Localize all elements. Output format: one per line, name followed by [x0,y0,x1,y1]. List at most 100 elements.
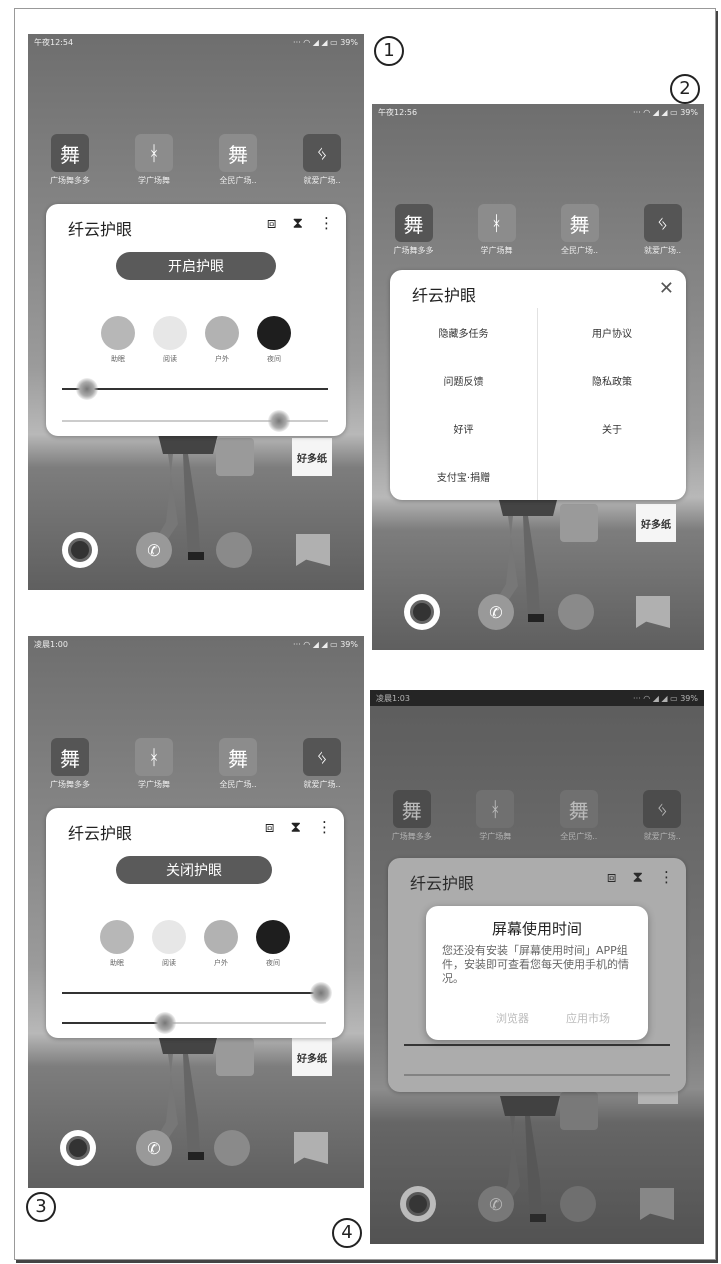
dance-app-icon: 舞 [219,134,257,172]
mode-dot [153,316,187,350]
app-icon-2[interactable]: ᚼ 学广场舞 [124,738,184,790]
app-icon-2[interactable]: ᚼ 学广场舞 [467,204,527,256]
panel-number-3: 3 [26,1192,56,1222]
app-icon-4[interactable]: ᛃ 就爱广场.. [292,134,352,186]
app-icon-3[interactable]: 舞全民广场.. [550,204,610,256]
mode-night[interactable]: 夜间 [256,920,290,968]
dancer-icon: ᛃ [643,204,682,242]
mode-night[interactable]: 夜间 [257,316,291,364]
paper-app[interactable]: 好多纸 [292,438,332,476]
compass-icon[interactable] [216,532,252,568]
status-icons: ··· ◠ ◢ ◢ ▭ 39% [633,107,698,117]
menu-grid: 隐藏多任务 用户协议 问题反馈 隐私政策 好评 关于 支付宝·捐赠 [390,308,686,500]
menu-item-empty [538,452,686,500]
app-icon-4[interactable]: ᛃ 就爱广场.. [633,204,693,256]
dancer-icon: ᚼ [477,204,516,242]
app-row: 舞广场舞多多 ᚼ 学广场舞 舞全民广场.. ᛃ 就爱广场.. [28,134,364,186]
app-row: 舞广场舞多多 ᚼ 学广场舞 舞全民广场.. ᛃ 就爱广场.. [372,204,704,256]
menu-item-feedback[interactable]: 问题反馈 [390,356,538,404]
app-icon-3[interactable]: 舞全民广场.. [208,134,268,186]
close-icon[interactable]: ✕ [659,278,674,299]
menu-item-user-agreement[interactable]: 用户协议 [538,308,686,356]
camera-icon[interactable] [60,1130,96,1166]
mode-reading[interactable]: 阅读 [152,920,186,968]
dance-app-icon: 舞 [51,738,89,776]
dancer-icon: ᛃ [303,738,341,776]
status-icons: ··· ◠ ◢ ◢ ▭ 39% [293,639,358,649]
screen-time-dialog: 屏幕使用时间 您还没有安装「屏幕使用时间」APP组件，安装即可查看您每天使用手机… [426,906,648,1040]
screen-4: 凌晨1:03 ··· ◠ ◢ ◢ ▭ 39% 舞广场舞多多 ᚼ 学广场舞 舞全民广… [370,690,704,1244]
app-market-button[interactable]: 应用市场 [566,1010,610,1026]
dialog-message: 您还没有安装「屏幕使用时间」APP组件，安装即可查看您每天使用手机的情况。 [442,944,629,985]
compass-icon[interactable] [214,1130,250,1166]
tint-slider-knob[interactable] [268,410,290,432]
mode-outdoor[interactable]: 户外 [205,316,239,364]
more-vert-icon[interactable]: ⋮ [317,818,332,836]
app-icon-1[interactable]: 舞广场舞多多 [384,204,444,256]
app-icon-4[interactable]: ᛃ 就爱广场.. [292,738,352,790]
panel-number-2: 2 [670,74,700,104]
tint-slider-knob[interactable] [154,1012,176,1034]
phone-icon[interactable]: ✆ [478,594,514,630]
menu-item-privacy-policy[interactable]: 隐私政策 [538,356,686,404]
camera-icon[interactable] [62,532,98,568]
dancer-icon: ᚼ [135,738,173,776]
screen-3: 凌晨1:00 ··· ◠ ◢ ◢ ▭ 39% 舞广场舞多多 ᚼ 学广场舞 舞全民广… [28,636,364,1188]
menu-item-rate[interactable]: 好评 [390,404,538,452]
panel-number-1: 1 [374,36,404,66]
screen-2: 午夜12:56 ··· ◠ ◢ ◢ ▭ 39% 舞广场舞多多 ᚼ 学广场舞 舞全民… [372,104,704,650]
menu-item-donate[interactable]: 支付宝·捐赠 [390,452,538,500]
widget-icon[interactable] [216,438,254,476]
toolbox-icon[interactable]: ⧈ [267,214,277,232]
toggle-eye-care-button[interactable]: 开启护眼 [116,252,276,280]
paper-app[interactable]: 好多纸 [292,1038,332,1076]
clock: 凌晨1:00 [34,639,68,649]
mode-dot [101,316,135,350]
phone-icon[interactable]: ✆ [136,532,172,568]
message-icon[interactable] [636,596,670,628]
card-title: 纤云护眼 [68,220,133,239]
toolbox-icon[interactable]: ⧈ [265,818,275,836]
app-icon-2[interactable]: ᚼ 学广场舞 [124,134,184,186]
mode-outdoor[interactable]: 户外 [204,920,238,968]
phone-icon[interactable]: ✆ [136,1130,172,1166]
menu-item-hide-multitask[interactable]: 隐藏多任务 [390,308,538,356]
mode-sleep[interactable]: 助眠 [101,316,135,364]
hourglass-icon[interactable]: ⧗ [290,818,301,836]
card-title: 纤云护眼 [412,286,477,305]
dancer-icon: ᚼ [135,134,173,172]
tint-slider[interactable] [62,1022,326,1024]
browser-button[interactable]: 浏览器 [496,1010,529,1026]
brightness-slider-knob[interactable] [310,982,332,1004]
compass-icon[interactable] [558,594,594,630]
eye-care-card: 纤云护眼 ⧈ ⧗ ⋮ 开启护眼 助眠 阅读 户外 夜间 [46,204,346,436]
brightness-slider-knob[interactable] [76,378,98,400]
mode-dot [256,920,290,954]
widget-icon[interactable] [560,504,598,542]
hourglass-icon[interactable]: ⧗ [292,214,303,232]
brightness-slider[interactable] [62,388,328,390]
mode-dot [100,920,134,954]
message-icon[interactable] [296,534,330,566]
menu-item-about[interactable]: 关于 [538,404,686,452]
app-icon-1[interactable]: 舞广场舞多多 [40,738,100,790]
brightness-slider[interactable] [62,992,326,994]
app-row: 舞广场舞多多 ᚼ 学广场舞 舞全民广场.. ᛃ 就爱广场.. [28,738,364,790]
app-icon-3[interactable]: 舞全民广场.. [208,738,268,790]
more-vert-icon[interactable]: ⋮ [319,214,334,232]
dialog-title: 屏幕使用时间 [491,920,582,938]
toggle-eye-care-button[interactable]: 关闭护眼 [116,856,272,884]
eye-care-card: 纤云护眼 ⧈ ⧗ ⋮ 关闭护眼 助眠 阅读 户外 夜间 [46,808,344,1038]
mode-dot [204,920,238,954]
app-icon-1[interactable]: 舞广场舞多多 [40,134,100,186]
clock: 午夜12:54 [34,37,74,47]
settings-menu-card: 纤云护眼 ✕ 隐藏多任务 用户协议 问题反馈 隐私政策 好评 关于 支付宝·捐赠 [390,270,686,500]
mode-sleep[interactable]: 助眠 [100,920,134,968]
paper-app[interactable]: 好多纸 [636,504,676,542]
message-icon[interactable] [294,1132,328,1164]
mode-dot [205,316,239,350]
widget-icon[interactable] [216,1038,254,1076]
mode-reading[interactable]: 阅读 [153,316,187,364]
panel-number-4: 4 [332,1218,362,1248]
camera-icon[interactable] [404,594,440,630]
